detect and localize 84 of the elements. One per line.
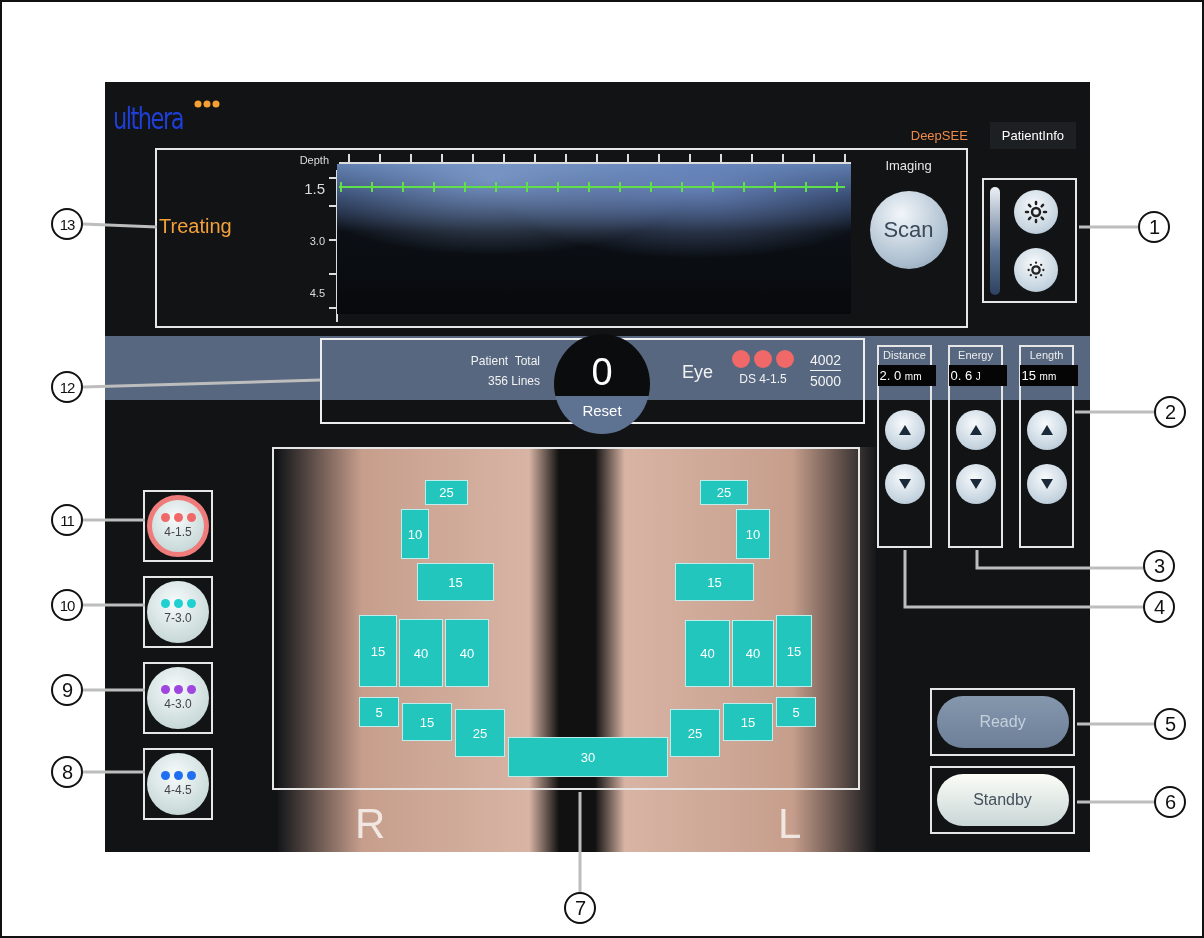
callout-marker: 7 [564, 892, 596, 924]
treatment-zone[interactable]: 25 [700, 480, 748, 505]
lines-limit: 5000 [810, 372, 842, 391]
treatment-zone[interactable]: 30 [508, 737, 668, 777]
increase-button[interactable] [955, 410, 996, 450]
depth-label: 4.5 [309, 286, 326, 301]
brightness-up-button[interactable] [1014, 189, 1058, 234]
imaging-title: Imaging [885, 158, 932, 173]
screen-tab[interactable]: DeepSEE [898, 122, 980, 149]
treatment-zone[interactable]: 40 [445, 619, 489, 687]
triangle-down-icon [969, 479, 982, 489]
treatment-zone[interactable]: 25 [425, 480, 468, 505]
screen-tab[interactable]: PatientInfo [989, 122, 1076, 149]
treatment-zone[interactable]: 15 [402, 703, 452, 741]
treatment-zone[interactable]: 40 [399, 619, 443, 687]
leader-line [83, 770, 145, 774]
triangle-down-icon [898, 479, 911, 489]
callout-marker: 2 [1154, 396, 1186, 428]
decrease-button[interactable] [955, 464, 996, 504]
parameter-value: 0. 6 J [948, 365, 1007, 386]
transducer-button[interactable]: 4-4.5 [147, 753, 209, 815]
treatment-zone[interactable]: 15 [776, 615, 812, 687]
face-side-label: R [355, 803, 386, 845]
lines-count: 356 Lines [487, 374, 540, 388]
treatment-zone[interactable]: 15 [723, 703, 773, 741]
leader-line [83, 518, 145, 522]
depth-label: 1.5 [304, 180, 326, 198]
triangle-up-icon [1040, 425, 1053, 435]
treatment-zone[interactable]: 40 [732, 620, 774, 687]
parameter-label: Length [1029, 349, 1064, 361]
transducer-button[interactable]: 4-3.0 [147, 667, 209, 729]
transducer-button[interactable]: 4-1.5 [147, 495, 209, 557]
treatment-zone[interactable]: 5 [359, 697, 399, 727]
callout-marker: 3 [1143, 550, 1175, 582]
logo-dots-icon [194, 100, 221, 108]
treatment-zone[interactable]: 25 [670, 709, 720, 757]
transducer-label: DS 4-1.5 [739, 372, 787, 386]
callout-marker: 9 [51, 674, 83, 706]
increase-button[interactable] [884, 410, 925, 450]
depth-title: Depth [299, 153, 329, 168]
transducer-button[interactable]: 7-3.0 [147, 581, 209, 643]
callout-marker: 10 [51, 589, 83, 621]
scan-button[interactable]: Scan [869, 191, 948, 269]
parameter-label: Distance [883, 349, 926, 361]
treatment-zone[interactable]: 15 [359, 615, 397, 687]
treatment-zone[interactable]: 25 [455, 709, 505, 757]
action-button[interactable]: Standby [936, 774, 1069, 826]
triangle-up-icon [898, 425, 911, 435]
treatment-zone[interactable]: 10 [736, 509, 770, 559]
callout-marker: 1 [1138, 211, 1170, 243]
face-side-label: L [778, 803, 802, 845]
parameter-value: 15 mm [1019, 365, 1078, 386]
triangle-up-icon [969, 425, 982, 435]
treatment-zone[interactable]: 40 [685, 620, 730, 687]
parameter-label: Energy [958, 349, 993, 361]
callout-marker: 11 [51, 504, 83, 536]
treatment-status-text: Treating [158, 214, 233, 238]
callout-marker: 8 [51, 756, 83, 788]
increase-button[interactable] [1026, 410, 1067, 450]
transducer-dots-icon [732, 350, 794, 368]
parameter-value: 2. 0 mm [877, 365, 936, 386]
lines-used: 4002 [810, 350, 842, 371]
depth-label: 3.0 [309, 234, 326, 249]
triangle-down-icon [1040, 479, 1053, 489]
callout-marker: 12 [51, 371, 83, 403]
patient-total-label: Patient Total [470, 354, 540, 368]
reset-counter-button[interactable]: 0 Reset [554, 334, 650, 434]
callout-marker: 4 [1143, 591, 1175, 623]
treatment-zone[interactable]: 15 [417, 563, 494, 601]
callout-marker: 5 [1154, 708, 1186, 740]
treatment-zone[interactable]: 5 [776, 697, 816, 727]
logo-text: ulthera [113, 104, 183, 134]
leader-line [1079, 225, 1138, 229]
decrease-button[interactable] [884, 464, 925, 504]
sun-icon [1024, 199, 1048, 224]
treatment-zone[interactable]: 10 [401, 509, 429, 559]
leader-line [83, 603, 145, 607]
callout-marker: 13 [51, 208, 83, 240]
leader-line [83, 688, 145, 692]
brightness-down-button[interactable] [1014, 247, 1058, 292]
callout-marker: 6 [1154, 786, 1186, 818]
treatment-area-label: Eye [682, 362, 715, 383]
treatment-zone[interactable]: 15 [675, 563, 754, 601]
decrease-button[interactable] [1026, 464, 1067, 504]
